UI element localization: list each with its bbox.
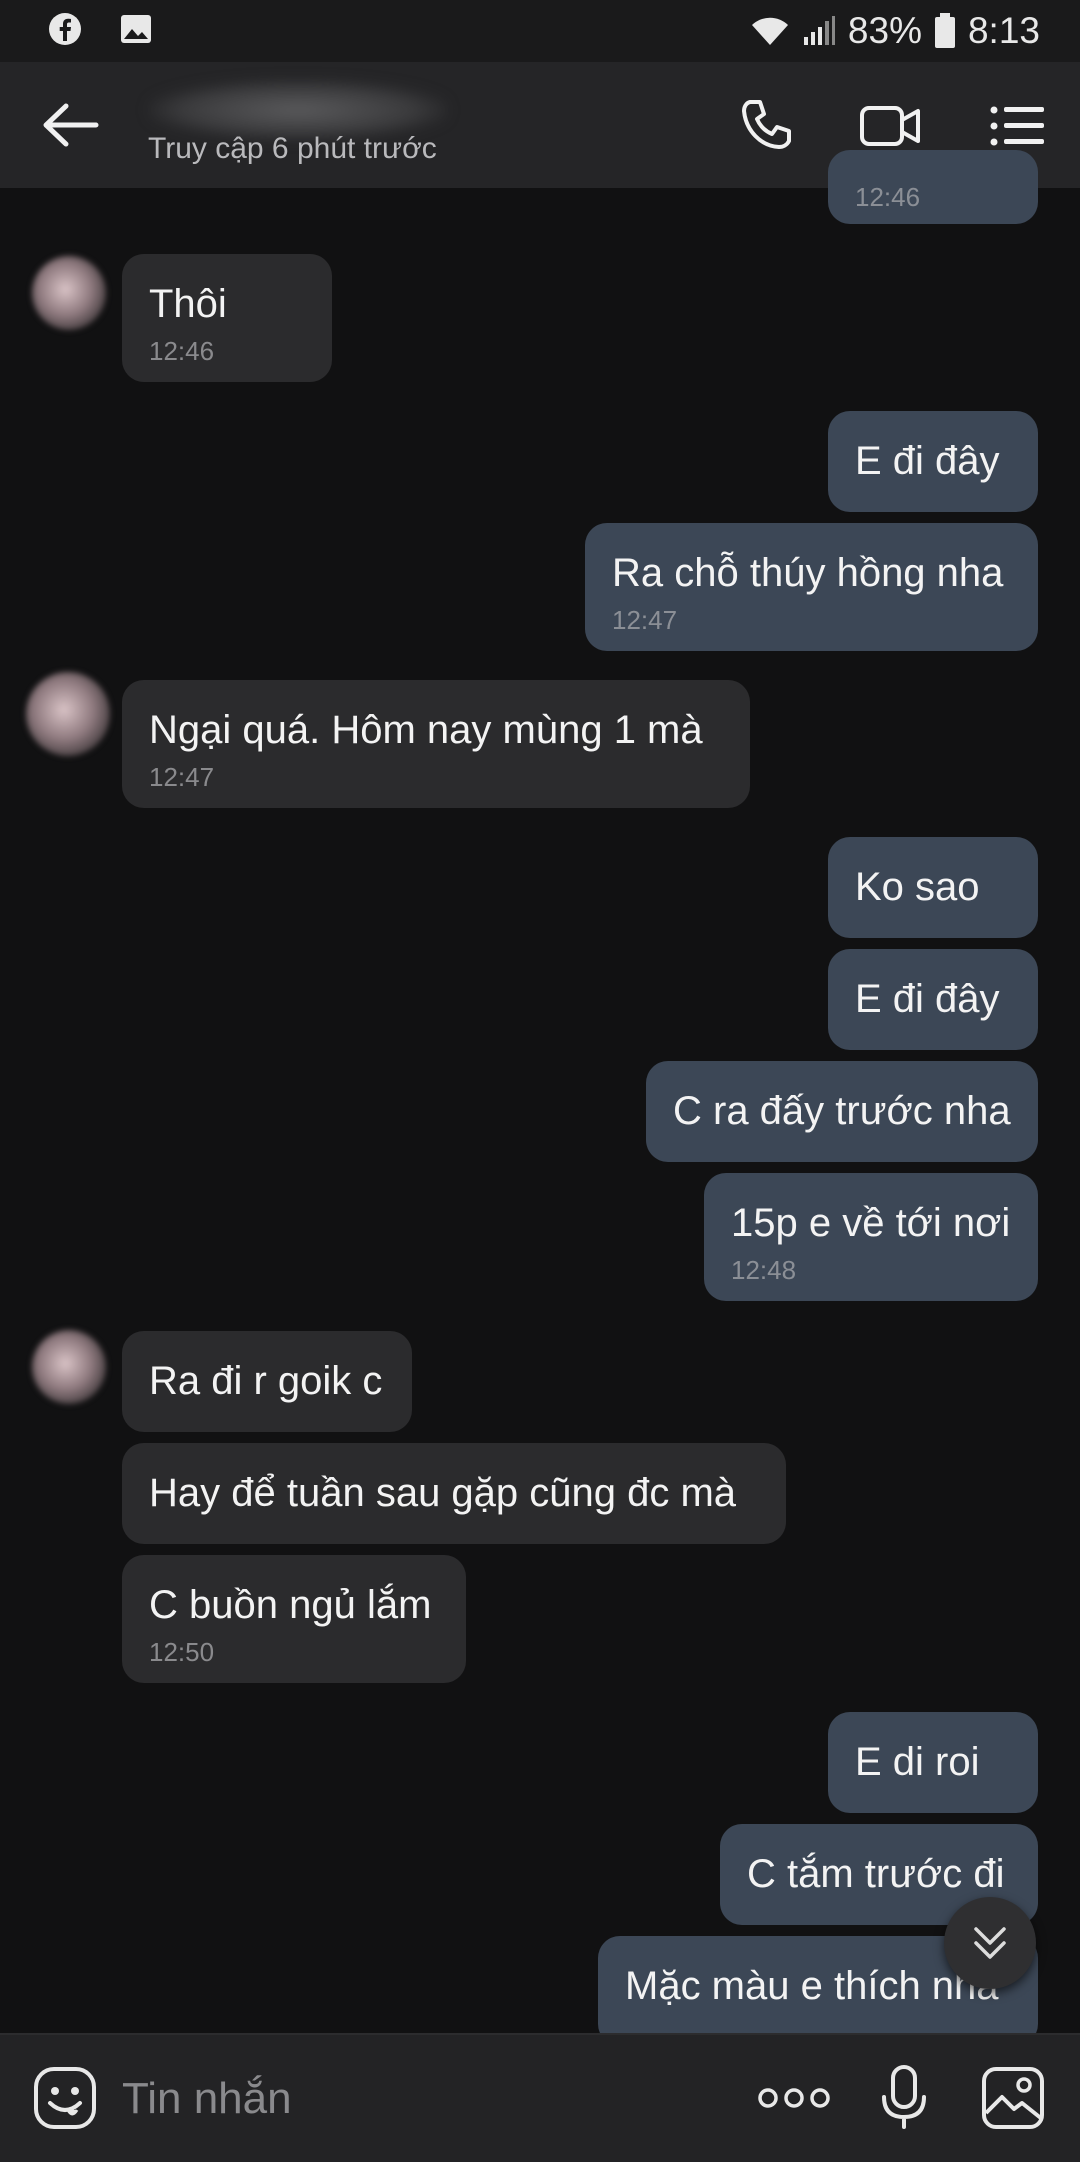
message-time: 12:47 <box>149 762 215 792</box>
signal-icon <box>803 16 835 45</box>
back-arrow-icon[interactable] <box>40 100 100 150</box>
message-time: 12:48 <box>731 1255 797 1285</box>
double-chevron-down-icon <box>974 1927 1006 1959</box>
emoji-icon[interactable] <box>32 2065 98 2131</box>
message-text: Ngại quá. Hôm nay mùng 1 mà <box>149 708 703 752</box>
contact-avatar[interactable] <box>26 672 110 756</box>
message-bubble-outgoing[interactable]: Ko sao <box>828 837 1038 938</box>
message-text: Thôi <box>149 282 227 326</box>
message-bubble-incoming[interactable]: Thôi 12:46 <box>122 254 332 382</box>
message-text: C buồn ngủ lắm <box>149 1583 432 1627</box>
image-icon <box>121 15 151 43</box>
message-text: C tắm trước đi <box>747 1852 1005 1896</box>
message-time: 12:46 <box>855 182 921 212</box>
message-text: Ko sao <box>855 865 980 909</box>
message-text: Mặc màu e thích nha <box>625 1964 999 2008</box>
menu-list-icon[interactable] <box>986 96 1050 156</box>
message-time: 12:47 <box>612 605 678 635</box>
message-text: C ra đấy trước nha <box>673 1089 1011 1133</box>
message-text: Hay để tuần sau gặp cũng đc mà <box>149 1471 737 1515</box>
message-bubble-outgoing[interactable]: Ra chỗ thúy hồng nha 12:47 <box>585 523 1038 651</box>
message-time: 12:50 <box>149 1637 215 1667</box>
status-bar: 83% 8:13 <box>0 0 1080 62</box>
message-bubble-outgoing[interactable]: E đi đây <box>828 949 1038 1050</box>
contact-name-blurred[interactable] <box>148 80 448 140</box>
scroll-to-bottom-button[interactable] <box>944 1897 1036 1989</box>
clock: 8:13 <box>967 10 1040 51</box>
message-bubble-outgoing[interactable]: E đi đây <box>828 411 1038 512</box>
microphone-icon[interactable] <box>876 2065 932 2131</box>
message-bubble-incoming[interactable]: Hay để tuần sau gặp cũng đc mà <box>122 1443 786 1544</box>
message-text: E di roi <box>855 1740 980 1784</box>
message-bubble-outgoing[interactable]: C ra đấy trước nha <box>646 1061 1038 1162</box>
gallery-icon[interactable] <box>980 2065 1046 2131</box>
phone-icon[interactable] <box>736 96 800 156</box>
message-input-bar <box>0 2033 1080 2162</box>
message-bubble-outgoing[interactable]: 12:46 <box>828 150 1038 224</box>
contact-avatar[interactable] <box>32 1330 106 1404</box>
battery-percent: 83% <box>847 10 922 51</box>
message-bubble-outgoing[interactable]: E di roi <box>828 1712 1038 1813</box>
message-text: E đi đây <box>855 439 1000 483</box>
wifi-icon <box>751 17 788 45</box>
message-text: E đi đây <box>855 977 1000 1021</box>
message-text: Ra đi r goik c <box>149 1359 383 1403</box>
message-text: 15p e về tới nơi <box>731 1201 1011 1245</box>
facebook-icon <box>49 13 81 45</box>
video-call-icon[interactable] <box>858 96 922 156</box>
more-dots-icon[interactable] <box>756 2065 832 2131</box>
message-text: Ra chỗ thúy hồng nha <box>612 551 1004 595</box>
message-input[interactable] <box>120 2065 724 2133</box>
message-time: 12:46 <box>149 336 215 366</box>
message-bubble-incoming[interactable]: Ngại quá. Hôm nay mùng 1 mà 12:47 <box>122 680 750 808</box>
contact-last-seen: Truy cập 6 phút trước <box>148 132 437 165</box>
message-bubble-incoming[interactable]: Ra đi r goik c <box>122 1331 412 1432</box>
contact-avatar[interactable] <box>32 256 106 330</box>
message-bubble-incoming[interactable]: C buồn ngủ lắm 12:50 <box>122 1555 466 1683</box>
message-bubble-outgoing[interactable]: 15p e về tới nơi 12:48 <box>704 1173 1038 1301</box>
battery-icon <box>934 13 955 48</box>
